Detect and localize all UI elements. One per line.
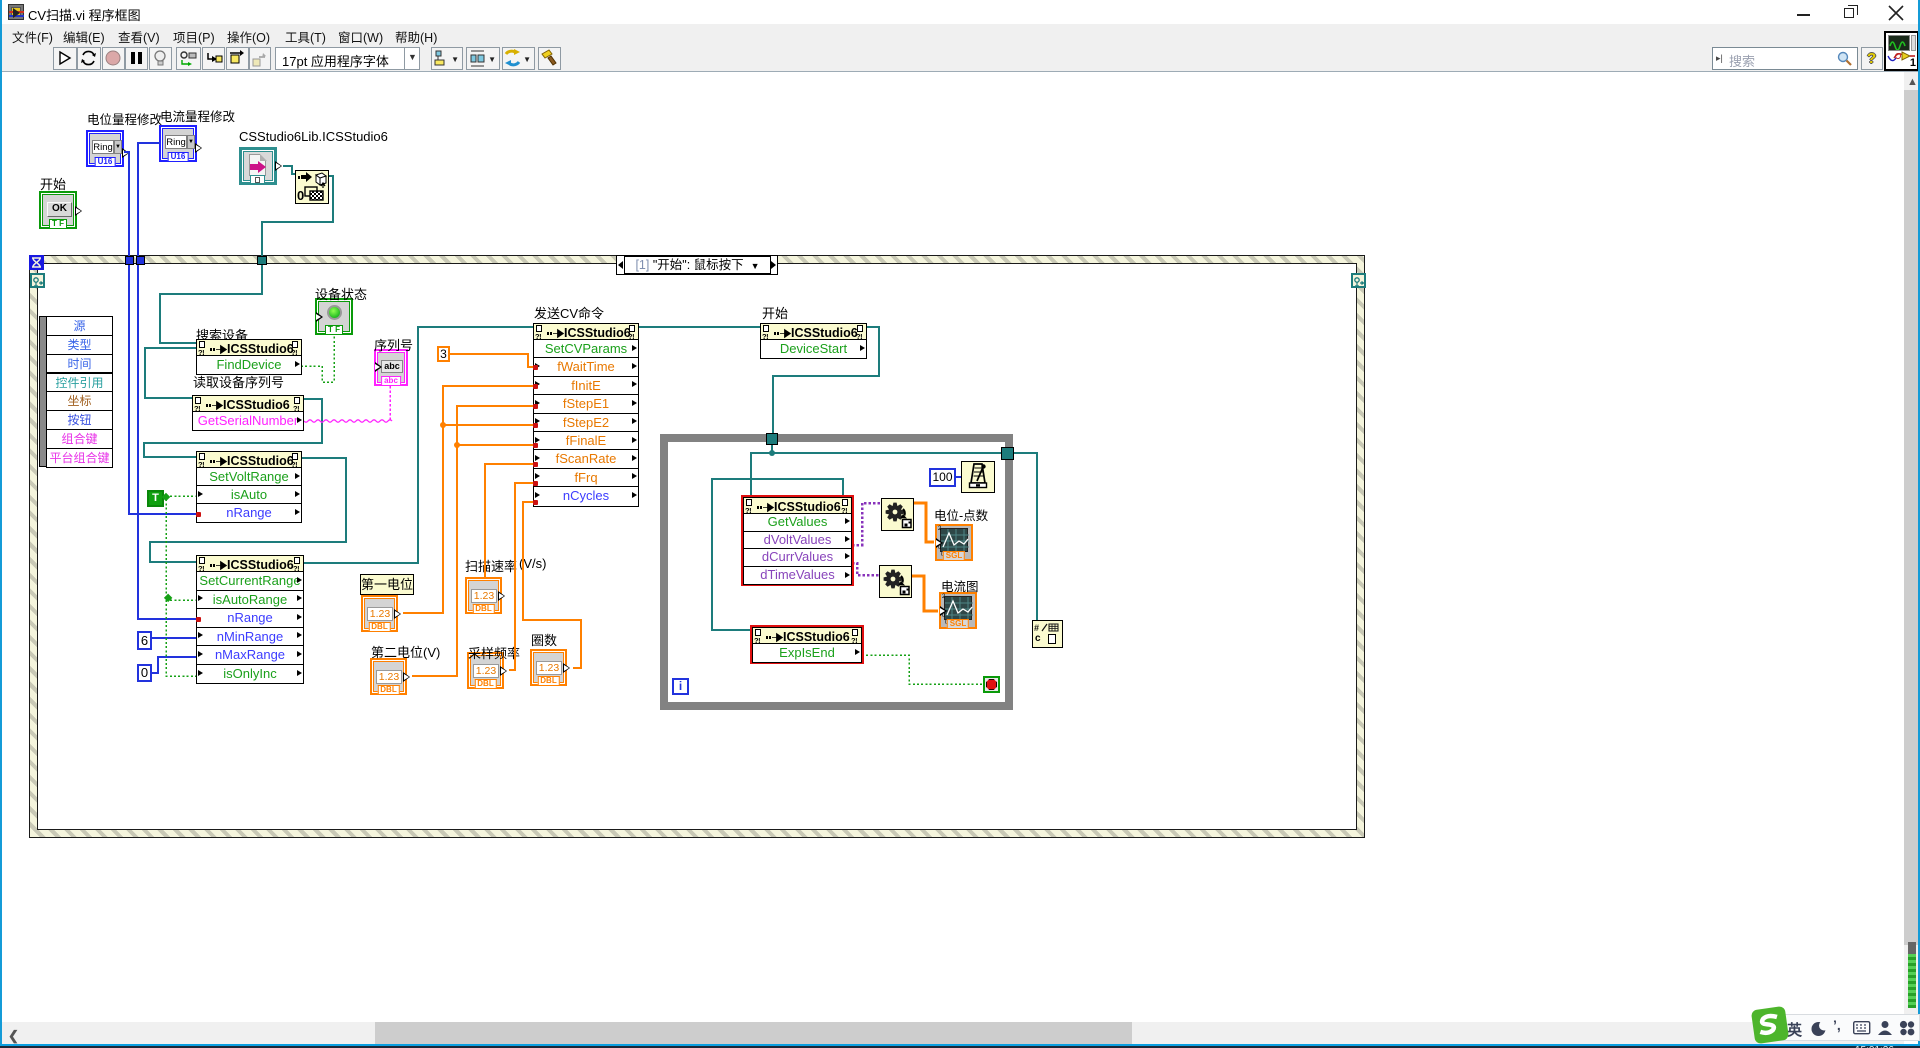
svg-text:#: # <box>1034 623 1039 632</box>
